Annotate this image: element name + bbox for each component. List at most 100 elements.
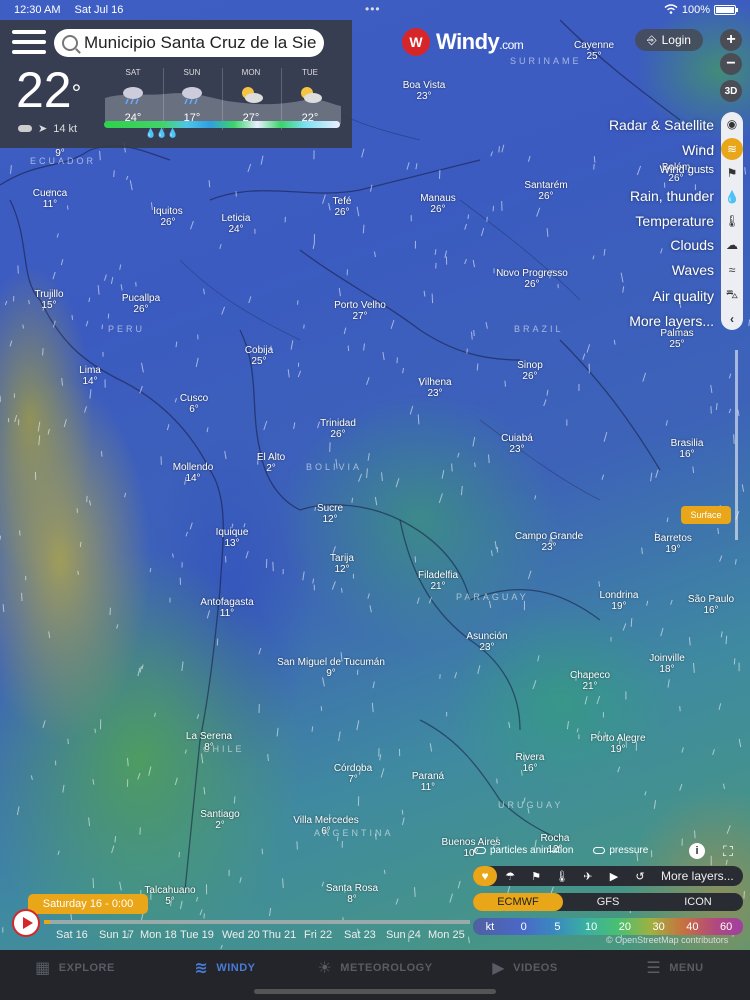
altitude-slider[interactable] (735, 350, 738, 540)
city-label[interactable]: Porto Velho 27° (334, 300, 386, 322)
thermometer-icon[interactable]: 🌡 (721, 210, 743, 232)
wind-icon[interactable]: ≋ (721, 138, 743, 160)
city-label[interactable]: Cayenne 25° (574, 40, 614, 62)
layer-temperature[interactable]: Temperature (635, 213, 714, 229)
flag-icon[interactable]: ⚑ (721, 162, 743, 184)
windy-logo[interactable]: W Windy.com (402, 28, 524, 56)
cloud-icon[interactable]: ☁ (721, 234, 743, 256)
timeline-track[interactable] (44, 920, 470, 924)
city-label[interactable]: Sucre 12° (317, 503, 343, 525)
city-label[interactable]: Santa Rosa 8° (326, 883, 378, 905)
timeline-day[interactable]: Mon 18 (140, 929, 177, 941)
city-label[interactable]: Mollendo 14° (173, 462, 214, 484)
play-button[interactable] (12, 909, 40, 937)
tab-menu[interactable]: ☰ MENU (600, 950, 750, 986)
drop-icon[interactable]: 💧 (721, 186, 743, 208)
particles-animation-toggle[interactable]: particles animation (474, 845, 573, 856)
weather-panel[interactable]: Municipio Santa Cruz de la Sie 22° ➤ 14 … (0, 20, 352, 148)
city-label[interactable]: Cuenca 11° (33, 188, 67, 210)
camera-quick-icon[interactable]: ▶ (601, 870, 627, 883)
info-button[interactable]: i (689, 843, 705, 859)
layer-rain-thunder[interactable]: Rain, thunder (630, 188, 714, 204)
zoom-in-button[interactable]: + (720, 29, 742, 51)
city-label[interactable]: Lima 14° (79, 365, 101, 387)
favorites-heart-icon[interactable]: ♥ (473, 866, 497, 886)
tab-meteorology[interactable]: ☀ METEOROLOGY (300, 950, 450, 986)
globe-icon[interactable]: ◉ (721, 113, 743, 135)
layer-more-layers[interactable]: More layers... (629, 313, 714, 329)
current-time-bubble[interactable]: Saturday 16 - 0:00 (28, 894, 148, 914)
multitask-dots[interactable]: ••• (365, 2, 381, 16)
city-label[interactable]: Joinville 18° (649, 653, 685, 675)
city-label[interactable]: Villa Mercedes 6° (293, 815, 358, 837)
city-label[interactable]: Barretos 19° (654, 533, 692, 555)
city-label[interactable]: Rivera 16° (516, 752, 545, 774)
hamburger-menu-button[interactable] (12, 30, 46, 56)
city-label[interactable]: Trinidad 26° (320, 418, 356, 440)
city-label[interactable]: La Serena 8° (186, 731, 232, 753)
city-label[interactable]: Londrina 19° (600, 590, 639, 612)
more-layers-button[interactable]: More layers... (661, 869, 734, 883)
flag-quick-icon[interactable]: ⚑ (523, 870, 549, 883)
city-label[interactable]: Paraná 11° (412, 771, 444, 793)
city-label[interactable]: Tarija 12° (330, 553, 354, 575)
city-label[interactable]: Campo Grande 23° (515, 531, 583, 553)
city-label[interactable]: Talcahuano 5° (144, 885, 195, 907)
timeline-day[interactable]: Sun 24 (386, 929, 421, 941)
thermometer-quick-icon[interactable]: 🌡 (549, 870, 575, 883)
city-label[interactable]: Porto Alegre 19° (590, 733, 645, 755)
model-icon[interactable]: ICON (653, 893, 743, 911)
pressure-toggle[interactable]: pressure (593, 845, 648, 856)
zoom-out-button[interactable]: − (720, 53, 742, 75)
city-label[interactable]: Novo Progresso 26° (496, 268, 568, 290)
rain-quick-icon[interactable]: ☂ (497, 870, 523, 883)
timeline-day[interactable]: Wed 20 (222, 929, 260, 941)
model-ecmwf[interactable]: ECMWF (473, 893, 563, 911)
city-label[interactable]: Cuiabá 23° (501, 433, 533, 455)
login-button[interactable]: ⎆ Login (635, 29, 703, 51)
forecast-day[interactable]: TUE 22° (281, 68, 339, 124)
city-label[interactable]: Sinop 26° (517, 360, 543, 382)
city-label[interactable]: 9° (55, 148, 65, 159)
city-label[interactable]: Boa Vista 23° (403, 80, 446, 102)
tab-explore[interactable]: ▦ EXPLORE (0, 950, 150, 986)
city-label[interactable]: Santarém 26° (524, 180, 567, 202)
forecast-day[interactable]: SUN 17° (163, 68, 221, 124)
timeline-day[interactable]: Fri 22 (304, 929, 332, 941)
altitude-surface-label[interactable]: Surface (681, 506, 731, 524)
model-gfs[interactable]: GFS (563, 893, 653, 911)
chevron-left-icon[interactable]: ‹ (721, 308, 743, 330)
city-label[interactable]: Brasilia 16° (671, 438, 704, 460)
city-label[interactable]: Córdoba 7° (334, 763, 372, 785)
timeline-day[interactable]: Sat 23 (344, 929, 376, 941)
city-label[interactable]: San Miguel de Tucumán 9° (277, 657, 385, 679)
city-label[interactable]: El Alto 2° (257, 452, 285, 474)
search-input[interactable]: Municipio Santa Cruz de la Sie (54, 29, 324, 57)
wind-legend[interactable]: kt 0 5 10 20 30 40 60 (473, 918, 743, 935)
layer-waves[interactable]: Waves (672, 262, 714, 278)
home-indicator[interactable] (254, 989, 496, 994)
city-label[interactable]: Tefé 26° (333, 196, 352, 218)
satellite-quick-icon[interactable]: ↺ (627, 870, 653, 883)
city-label[interactable]: Antofagasta 11° (200, 597, 253, 619)
city-label[interactable]: Vilhena 23° (418, 377, 451, 399)
city-label[interactable]: Iquitos 26° (153, 206, 182, 228)
city-label[interactable]: Iquique 13° (216, 527, 249, 549)
forecast-day[interactable]: MON 27° (222, 68, 280, 124)
map-attribution[interactable]: © OpenStreetMap contributors (606, 935, 728, 945)
city-label[interactable]: Chapeco 21° (570, 670, 610, 692)
tab-windy[interactable]: ≋ WINDY (150, 950, 300, 986)
timeline-day[interactable]: Thu 21 (262, 929, 296, 941)
waves-icon[interactable]: ≈ (721, 259, 743, 281)
city-label[interactable]: Asunción 23° (466, 631, 507, 653)
city-label[interactable]: Trujillo 15° (34, 289, 63, 311)
timeline-day[interactable]: Mon 25 (428, 929, 465, 941)
city-label[interactable]: Palmas 25° (660, 328, 693, 350)
timeline-day[interactable]: Tue 19 (180, 929, 214, 941)
layer-wind-gusts[interactable]: Wind gusts (660, 164, 714, 176)
city-label[interactable]: Pucallpa 26° (122, 293, 160, 315)
city-label[interactable]: Filadelfia 21° (418, 570, 458, 592)
timeline-day[interactable]: Sun 17 (99, 929, 134, 941)
car-icon[interactable]: ⛍ (721, 284, 743, 306)
layer-air-quality[interactable]: Air quality (653, 288, 714, 304)
